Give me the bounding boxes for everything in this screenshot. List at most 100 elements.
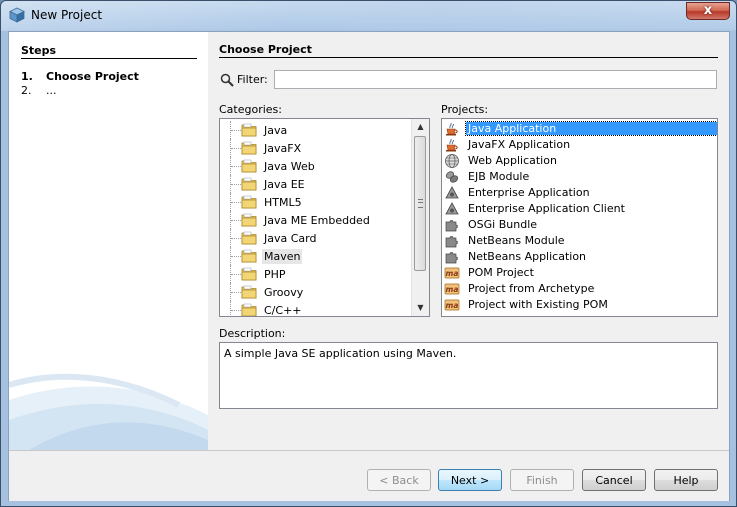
category-item[interactable]: Java Card	[220, 229, 410, 247]
category-item[interactable]: Groovy	[220, 283, 410, 301]
category-item[interactable]: Java Web	[220, 157, 410, 175]
folder-icon	[241, 140, 257, 156]
svg-text:ma: ma	[446, 301, 459, 310]
category-label: PHP	[264, 268, 286, 281]
project-label: EJB Module	[468, 170, 530, 183]
close-icon: x	[703, 3, 713, 18]
project-label: Web Application	[468, 154, 557, 167]
category-label: Maven	[262, 249, 303, 264]
project-label: OSGi Bundle	[468, 218, 538, 231]
category-label: Java EE	[264, 178, 305, 191]
project-label: POM Project	[468, 266, 534, 279]
project-item[interactable]: Enterprise Application	[442, 185, 717, 201]
help-button[interactable]: Help	[654, 469, 718, 491]
project-item[interactable]: JavaFX Application	[442, 137, 717, 153]
step-item-2: 2....	[21, 84, 57, 97]
description-label: Description:	[219, 327, 286, 340]
folder-icon	[241, 230, 257, 246]
step-label: ...	[46, 84, 57, 97]
folder-icon	[241, 158, 257, 174]
category-label: Java Card	[264, 232, 317, 245]
folder-icon	[241, 248, 257, 264]
category-item[interactable]: Maven	[220, 247, 410, 265]
categories-scrollbar[interactable]: ▲ ▼	[411, 119, 429, 316]
puzzle-icon	[444, 217, 460, 233]
maven-icon: ma	[444, 281, 460, 297]
categories-label: Categories:	[219, 103, 282, 116]
steps-title: Steps	[21, 44, 57, 57]
project-item[interactable]: ma Project with Existing POM	[442, 297, 717, 313]
project-item[interactable]: Java Application	[442, 121, 717, 137]
bean-icon	[444, 169, 460, 185]
project-label: NetBeans Module	[468, 234, 565, 247]
puzzle-icon	[444, 233, 460, 249]
category-item[interactable]: HTML5	[220, 193, 410, 211]
back-button[interactable]: < Back	[367, 469, 431, 491]
project-item[interactable]: ma Project from Archetype	[442, 281, 717, 297]
category-item[interactable]: C/C++	[220, 301, 410, 316]
close-button[interactable]: x	[686, 2, 730, 20]
categories-tree[interactable]: Java JavaFX Java Web Java EE HTML5 Java ME Em…	[219, 118, 430, 317]
filter-input[interactable]	[274, 70, 717, 89]
cancel-button[interactable]: Cancel	[582, 469, 646, 491]
java-cup-icon	[444, 137, 460, 153]
puzzle-icon	[444, 249, 460, 265]
project-item[interactable]: OSGi Bundle	[442, 217, 717, 233]
folder-icon	[241, 266, 257, 282]
project-label: NetBeans Application	[468, 250, 587, 263]
folder-icon	[241, 194, 257, 210]
project-item[interactable]: EJB Module	[442, 169, 717, 185]
title-bar[interactable]: New Project x	[1, 1, 736, 31]
project-item[interactable]: NetBeans Module	[442, 233, 717, 249]
category-label: JavaFX	[264, 142, 302, 155]
svg-text:ma: ma	[446, 269, 459, 278]
next-button[interactable]: Next >	[438, 469, 502, 491]
category-item[interactable]: Java ME Embedded	[220, 211, 410, 229]
maven-icon: ma	[444, 265, 460, 281]
project-item[interactable]: NetBeans Application	[442, 249, 717, 265]
triangle-icon	[444, 185, 460, 201]
grip-icon	[418, 199, 423, 208]
search-icon	[220, 73, 234, 87]
folder-icon	[241, 176, 257, 192]
project-label: Project from Archetype	[468, 282, 595, 295]
scrollbar-thumb[interactable]	[414, 136, 426, 271]
scroll-down-arrow-icon[interactable]: ▼	[412, 300, 429, 316]
category-item[interactable]: Java EE	[220, 175, 410, 193]
description-box: A simple Java SE application using Maven…	[219, 342, 718, 409]
project-item[interactable]: ma POM Project	[442, 265, 717, 281]
section-title: Choose Project	[219, 43, 312, 56]
triangle-icon	[444, 201, 460, 217]
category-label: Java Web	[264, 160, 315, 173]
dialog-client-area: Steps 1. Choose Project 2.... Choose Proj…	[8, 31, 730, 501]
globe-icon	[444, 153, 460, 169]
project-label: Enterprise Application	[468, 186, 590, 199]
projects-list[interactable]: Java Application JavaFX Application Web Ap…	[441, 118, 718, 317]
netbeans-cube-icon	[9, 7, 25, 23]
description-text: A simple Java SE application using Maven…	[224, 347, 457, 360]
folder-icon	[241, 212, 257, 228]
projects-label: Projects:	[441, 103, 489, 116]
category-item[interactable]: PHP	[220, 265, 410, 283]
project-label: Java Application	[465, 121, 717, 136]
scroll-up-arrow-icon[interactable]: ▲	[412, 119, 429, 135]
project-item[interactable]: Enterprise Application Client	[442, 201, 717, 217]
category-label: Java	[264, 124, 288, 137]
step-item-1: 1. Choose Project	[21, 70, 139, 83]
project-label: Enterprise Application Client	[468, 202, 625, 215]
finish-button[interactable]: Finish	[510, 469, 574, 491]
project-item[interactable]: Web Application	[442, 153, 717, 169]
category-item[interactable]: Java	[220, 121, 410, 139]
window-title: New Project	[31, 8, 103, 22]
folder-icon	[241, 284, 257, 300]
category-label: HTML5	[264, 196, 302, 209]
section-divider	[219, 57, 718, 58]
project-label: Project with Existing POM	[468, 298, 608, 311]
java-cup-icon	[444, 121, 460, 137]
category-item[interactable]: JavaFX	[220, 139, 410, 157]
folder-icon	[241, 302, 257, 316]
svg-text:ma: ma	[446, 285, 459, 294]
steps-panel: Steps 1. Choose Project 2....	[9, 32, 208, 450]
choose-project-panel: Choose Project Filter: Categories: Proje…	[208, 32, 729, 450]
maven-icon: ma	[444, 297, 460, 313]
